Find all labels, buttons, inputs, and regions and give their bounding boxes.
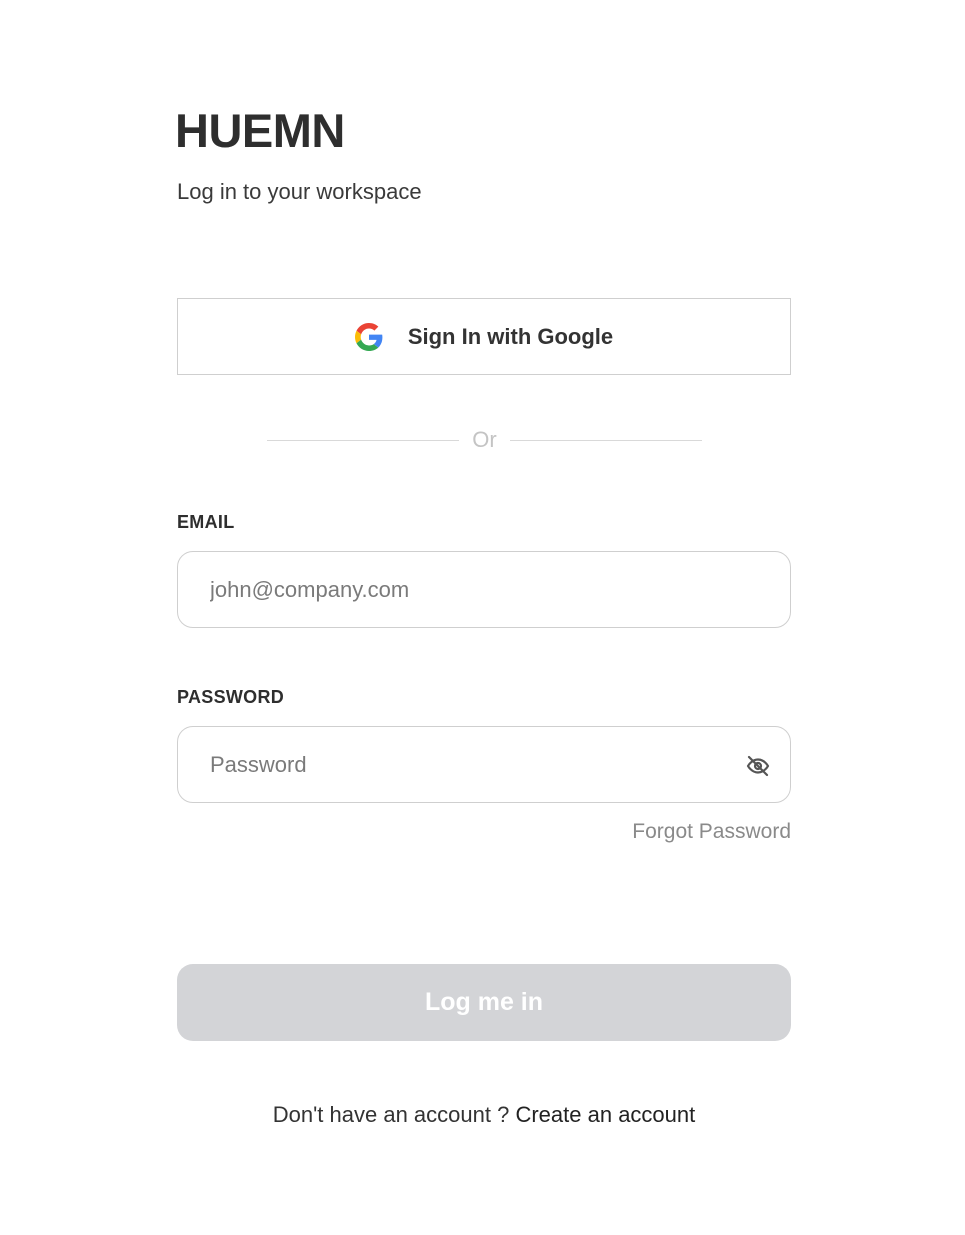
- password-label: PASSWORD: [177, 687, 285, 707]
- google-signin-label: Sign In with Google: [407, 323, 614, 349]
- signup-row: Don't have an account ? Create an accoun…: [177, 1102, 791, 1128]
- divider-text: Or: [472, 427, 497, 452]
- google-icon: [354, 322, 383, 351]
- divider-line-right: [509, 439, 703, 441]
- password-field-wrapper: [177, 726, 791, 803]
- divider-line-left: [267, 439, 460, 441]
- password-input[interactable]: [210, 727, 730, 802]
- brand-logo: HUEMN: [175, 104, 345, 157]
- login-button[interactable]: Log me in: [177, 964, 791, 1041]
- or-divider: Or: [267, 427, 703, 453]
- email-field-wrapper: [177, 551, 791, 628]
- email-input[interactable]: [210, 552, 730, 627]
- eye-off-icon[interactable]: [746, 754, 770, 778]
- signup-prompt: Don't have an account ?: [272, 1102, 510, 1127]
- create-account-link[interactable]: Create an account: [515, 1102, 695, 1127]
- forgot-password-link[interactable]: Forgot Password: [632, 820, 791, 844]
- google-signin-button[interactable]: Sign In with Google: [177, 298, 791, 375]
- page-subtitle: Log in to your workspace: [177, 179, 422, 204]
- email-label: EMAIL: [177, 512, 235, 532]
